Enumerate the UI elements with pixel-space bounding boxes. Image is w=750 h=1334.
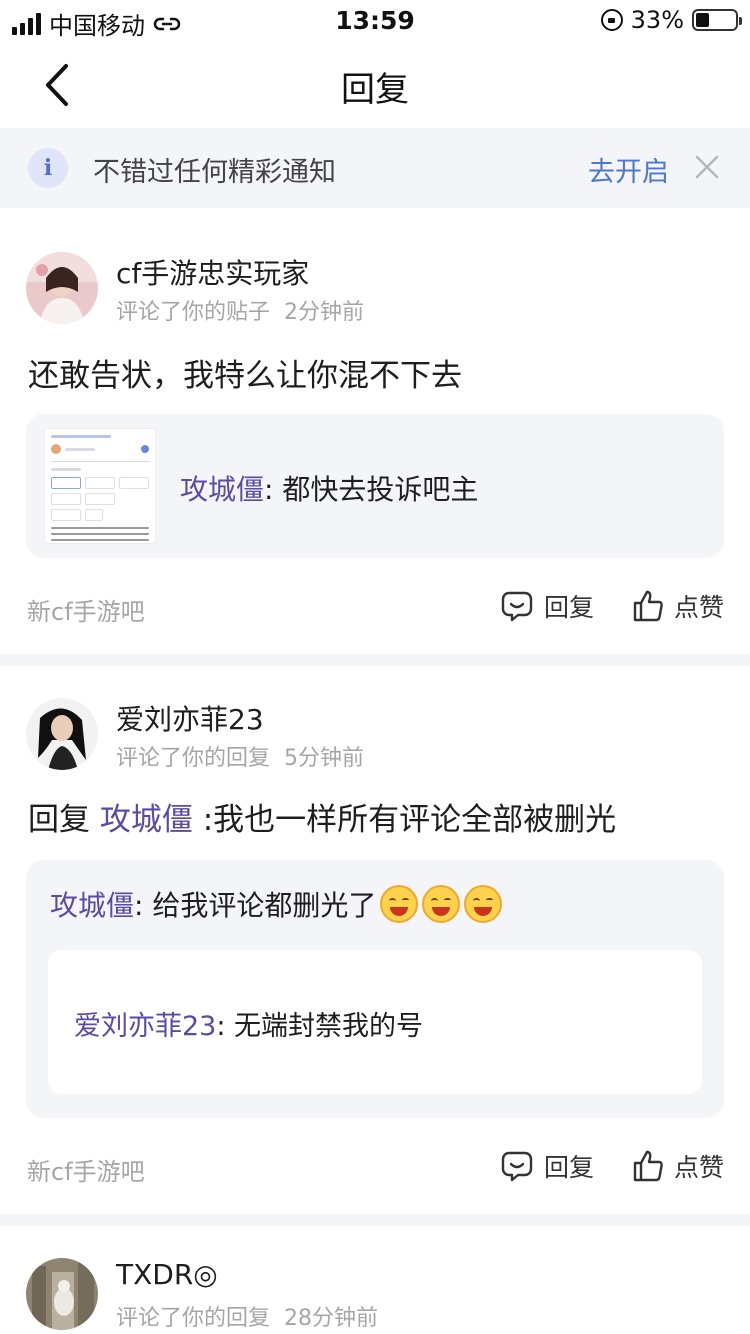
comment-meta: 评论了你的回复 28分钟前 xyxy=(116,1300,378,1332)
comment-meta: 评论了你的回复 5分钟前 xyxy=(116,740,364,772)
comment-meta: 评论了你的贴子 2分钟前 xyxy=(116,294,364,326)
thumbs-up-icon xyxy=(633,1150,663,1182)
forum-link[interactable]: 新cf手游吧 xyxy=(27,1152,145,1187)
mentioned-user[interactable]: 攻城僵 xyxy=(100,802,193,838)
post-thumbnail xyxy=(44,428,156,544)
like-button[interactable]: 点赞 xyxy=(632,1148,724,1184)
comment-bubble-icon xyxy=(501,1151,533,1182)
battery-icon xyxy=(692,9,742,31)
nested-reply[interactable]: 爱刘亦菲23: 无端封禁我的号 xyxy=(48,950,702,1094)
avatar[interactable] xyxy=(26,1258,98,1330)
quoted-post[interactable]: 攻城僵: 都快去投诉吧主 xyxy=(26,414,724,558)
quoted-author[interactable]: 攻城僵 xyxy=(180,473,264,506)
notice-text: 不错过任何精彩通知 xyxy=(93,157,336,188)
reply-card: TXDR◎ 评论了你的回复 28分钟前 xyxy=(0,1226,750,1334)
nav-bar: 回复 xyxy=(0,42,750,128)
reply-button[interactable]: 回复 xyxy=(500,1148,594,1184)
avatar[interactable] xyxy=(26,252,98,324)
reply-label: 回复 xyxy=(544,593,595,622)
comment-content[interactable]: 回复 攻城僵 :我也一样所有评论全部被删光 xyxy=(28,794,616,839)
username[interactable]: TXDR◎ xyxy=(116,1258,218,1291)
reply-body: :我也一样所有评论全部被删光 xyxy=(192,802,617,838)
meta-action: 评论了你的贴子 xyxy=(116,300,271,325)
grinning-emoji-icon xyxy=(464,885,503,923)
reply-prefix: 回复 xyxy=(28,802,100,838)
meta-action: 评论了你的回复 xyxy=(116,746,271,771)
grinning-emoji-icon xyxy=(380,885,419,923)
like-label: 点赞 xyxy=(674,1153,725,1182)
like-button[interactable]: 点赞 xyxy=(632,588,724,624)
close-icon[interactable] xyxy=(692,152,722,182)
enable-notifications-button[interactable]: 去开启 xyxy=(588,150,669,189)
quoted-body: : 给我评论都删光了 xyxy=(134,889,377,922)
notification-banner: i 不错过任何精彩通知 去开启 xyxy=(0,128,750,208)
comment-bubble-icon xyxy=(501,591,533,622)
timestamp: 28分钟前 xyxy=(284,1306,379,1331)
timestamp: 5分钟前 xyxy=(284,746,365,771)
like-label: 点赞 xyxy=(674,593,725,622)
username[interactable]: 爱刘亦菲23 xyxy=(116,698,264,738)
quoted-text: 攻城僵: 都快去投诉吧主 xyxy=(180,468,478,508)
nested-author[interactable]: 爱刘亦菲23 xyxy=(74,1011,216,1042)
nested-body: : 无端封禁我的号 xyxy=(216,1011,424,1042)
comment-content[interactable]: 还敢告状，我特么让你混不下去 xyxy=(28,350,462,395)
orientation-lock-icon xyxy=(600,9,623,31)
timestamp: 2分钟前 xyxy=(284,300,365,325)
quoted-author[interactable]: 攻城僵 xyxy=(50,884,134,924)
username[interactable]: cf手游忠实玩家 xyxy=(116,252,309,292)
quoted-comment[interactable]: 攻城僵: 给我评论都删光了 爱刘亦菲23: 无端封禁我的号 xyxy=(26,860,724,1118)
reply-button[interactable]: 回复 xyxy=(500,588,594,624)
meta-action: 评论了你的回复 xyxy=(116,1306,271,1331)
thumbs-up-icon xyxy=(633,590,663,622)
avatar[interactable] xyxy=(26,698,98,770)
reply-card: 爱刘亦菲23 评论了你的回复 5分钟前 回复 攻城僵 :我也一样所有评论全部被删光… xyxy=(0,666,750,1214)
divider xyxy=(0,1214,750,1226)
page-title: 回复 xyxy=(341,70,409,110)
reply-card: cf手游忠实玩家 评论了你的贴子 2分钟前 还敢告状，我特么让你混不下去 攻城僵:… xyxy=(0,208,750,654)
quoted-body: : 都快去投诉吧主 xyxy=(264,473,479,506)
divider xyxy=(0,654,750,666)
nested-text: 爱刘亦菲23: 无端封禁我的号 xyxy=(74,1004,423,1043)
info-icon: i xyxy=(28,148,68,188)
grinning-emoji-icon xyxy=(422,885,461,923)
status-bar: 中国移动 13:59 33% xyxy=(0,0,750,42)
battery-percent: 33% xyxy=(630,6,684,34)
reply-label: 回复 xyxy=(544,1153,595,1182)
forum-link[interactable]: 新cf手游吧 xyxy=(27,592,145,627)
quoted-text: 攻城僵: 给我评论都删光了 xyxy=(50,884,503,924)
